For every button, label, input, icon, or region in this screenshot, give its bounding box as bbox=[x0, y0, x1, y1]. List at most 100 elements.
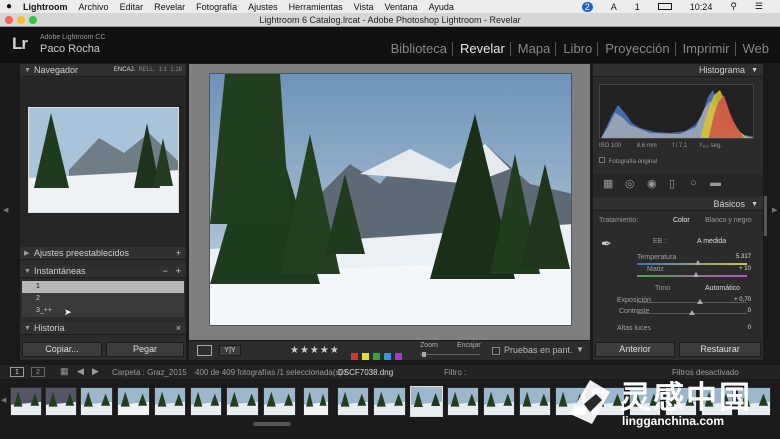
right-panel-toggle-icon[interactable]: ▶ bbox=[772, 206, 777, 214]
menu-editar[interactable]: Editar bbox=[120, 2, 144, 12]
history-header[interactable]: ▼ Historia × bbox=[20, 322, 186, 335]
forward-arrow-icon[interactable]: ▶ bbox=[92, 366, 99, 377]
module-proyeccion[interactable]: Proyección bbox=[600, 42, 676, 56]
color-label-yellow[interactable] bbox=[362, 353, 369, 360]
brush-tool-icon[interactable]: ▬ bbox=[710, 177, 721, 189]
filmstrip-thumbnail[interactable] bbox=[263, 387, 296, 416]
zoom-slider-knob[interactable] bbox=[422, 352, 426, 357]
left-panel-toggle-icon[interactable]: ◀ bbox=[3, 206, 8, 214]
filmstrip-thumbnail[interactable] bbox=[10, 387, 42, 416]
contrast-knob[interactable] bbox=[689, 310, 695, 315]
right-panel-scrollbar[interactable] bbox=[764, 196, 767, 236]
snapshot-item[interactable]: 2 bbox=[22, 293, 184, 305]
filmstrip-scrollbar[interactable] bbox=[253, 422, 291, 426]
add-preset-icon[interactable]: + bbox=[176, 247, 181, 260]
filmstrip-thumbnail[interactable] bbox=[519, 387, 551, 416]
tone-auto-button[interactable]: Automático bbox=[705, 285, 740, 292]
back-arrow-icon[interactable]: ◀ bbox=[77, 366, 84, 377]
zoom-fit[interactable]: ENCAJ. bbox=[114, 67, 135, 73]
apple-icon[interactable]: ● bbox=[6, 1, 12, 12]
battery-icon[interactable] bbox=[657, 3, 672, 10]
temperature-slider[interactable] bbox=[637, 263, 747, 265]
histogram[interactable] bbox=[599, 84, 754, 139]
clock[interactable]: 10:24 bbox=[690, 2, 713, 12]
input-source[interactable]: A bbox=[611, 2, 617, 12]
radial-filter-icon[interactable]: ○ bbox=[690, 177, 697, 189]
module-libro[interactable]: Libro bbox=[558, 42, 599, 56]
menu-list-icon[interactable]: ☰ bbox=[755, 1, 763, 12]
soft-proof-checkbox[interactable] bbox=[492, 347, 500, 355]
basic-header[interactable]: Básicos ▼ bbox=[593, 198, 763, 211]
menu-herramientas[interactable]: Herramientas bbox=[289, 2, 343, 12]
count-indicator[interactable]: 1 bbox=[635, 2, 640, 12]
menu-vista[interactable]: Vista bbox=[354, 2, 374, 12]
filmstrip-thumbnail[interactable] bbox=[45, 387, 77, 416]
temperature-knob[interactable] bbox=[694, 260, 701, 265]
wb-eyedropper-icon[interactable]: ✒ bbox=[601, 236, 612, 252]
menu-ayuda[interactable]: Ayuda bbox=[429, 2, 454, 12]
folder-path[interactable]: Carpeta : Graz_2015 bbox=[112, 368, 187, 377]
menu-ventana[interactable]: Ventana bbox=[385, 2, 418, 12]
menu-ajustes[interactable]: Ajustes bbox=[248, 2, 278, 12]
main-photo[interactable] bbox=[209, 73, 572, 326]
navigator-header[interactable]: ▼ Navegador ENCAJ. RELL. 1:1 1:16 bbox=[20, 64, 186, 77]
filename[interactable]: DSCF7038.dng bbox=[338, 368, 393, 377]
filmstrip-thumbnail[interactable] bbox=[373, 387, 406, 416]
spot-removal-icon[interactable]: ◎ bbox=[625, 177, 635, 190]
clear-history-icon[interactable]: × bbox=[176, 322, 181, 335]
filmstrip-thumbnail[interactable] bbox=[226, 387, 259, 416]
exposure-knob[interactable] bbox=[696, 299, 703, 304]
snapshots-header[interactable]: ▼ Instantáneas − + bbox=[20, 265, 186, 278]
filmstrip-thumbnail[interactable] bbox=[117, 387, 150, 416]
navigator-preview[interactable] bbox=[28, 107, 179, 213]
menu-fotografia[interactable]: Fotografía bbox=[196, 2, 237, 12]
reset-button[interactable]: Restaurar bbox=[679, 342, 761, 357]
search-icon[interactable]: ⚲ bbox=[730, 1, 737, 12]
rating-stars[interactable]: ★★★★★ bbox=[290, 345, 340, 356]
loupe-view-icon[interactable] bbox=[197, 345, 212, 356]
filmstrip-thumbnail[interactable] bbox=[80, 387, 113, 416]
zoom-slider[interactable] bbox=[420, 354, 480, 355]
highlights-value[interactable]: 0 bbox=[748, 325, 751, 331]
tint-value[interactable]: + 10 bbox=[739, 266, 751, 272]
module-web[interactable]: Web bbox=[738, 42, 775, 56]
module-biblioteca[interactable]: Biblioteca bbox=[386, 42, 453, 56]
filmstrip-thumbnail[interactable] bbox=[303, 387, 329, 416]
menu-app[interactable]: Lightroom bbox=[23, 2, 68, 12]
crop-tool-icon[interactable]: ▦ bbox=[603, 177, 613, 190]
module-imprimir[interactable]: Imprimir bbox=[678, 42, 736, 56]
filmstrip-scroll-left-icon[interactable]: ◀ bbox=[1, 396, 6, 404]
toolbar-menu-icon[interactable]: ▼ bbox=[576, 345, 584, 354]
screen-1-button[interactable]: 1 bbox=[10, 367, 24, 377]
filmstrip-thumbnail[interactable] bbox=[483, 387, 515, 416]
filmstrip-thumbnail[interactable] bbox=[190, 387, 222, 416]
grid-icon[interactable]: ▦ bbox=[60, 366, 69, 377]
menu-revelar[interactable]: Revelar bbox=[154, 2, 185, 12]
temperature-value[interactable]: 5.317 bbox=[736, 254, 751, 260]
histogram-header[interactable]: Histograma ▼ bbox=[593, 64, 763, 77]
color-label-purple[interactable] bbox=[395, 353, 402, 360]
color-label-red[interactable] bbox=[351, 353, 358, 360]
notification-badge[interactable]: 2 bbox=[581, 1, 593, 12]
graduated-filter-icon[interactable]: ▯ bbox=[669, 177, 675, 190]
snapshot-item[interactable]: 3_++ bbox=[22, 305, 184, 317]
minimize-window-icon[interactable] bbox=[17, 16, 25, 24]
add-snapshot-icon[interactable]: + bbox=[176, 265, 181, 278]
screen-2-button[interactable]: 2 bbox=[31, 367, 45, 377]
original-photo-checkbox[interactable] bbox=[599, 157, 605, 163]
treatment-color[interactable]: Color bbox=[673, 217, 690, 224]
tint-slider[interactable] bbox=[637, 275, 747, 277]
presets-header[interactable]: ▶ Ajustes preestablecidos + bbox=[20, 247, 186, 260]
contrast-value[interactable]: 0 bbox=[748, 308, 751, 314]
close-window-icon[interactable] bbox=[5, 16, 13, 24]
filmstrip-thumbnail[interactable] bbox=[154, 387, 186, 416]
copy-button[interactable]: Copiar... bbox=[22, 342, 102, 357]
module-mapa[interactable]: Mapa bbox=[513, 42, 557, 56]
color-label-green[interactable] bbox=[373, 353, 380, 360]
exposure-slider[interactable] bbox=[637, 302, 747, 303]
treatment-bw[interactable]: Blanco y negro bbox=[705, 217, 752, 224]
remove-snapshot-icon[interactable]: − bbox=[163, 265, 168, 278]
previous-button[interactable]: Anterior bbox=[595, 342, 675, 357]
color-label-blue[interactable] bbox=[384, 353, 391, 360]
filmstrip-thumbnail[interactable] bbox=[337, 387, 369, 416]
